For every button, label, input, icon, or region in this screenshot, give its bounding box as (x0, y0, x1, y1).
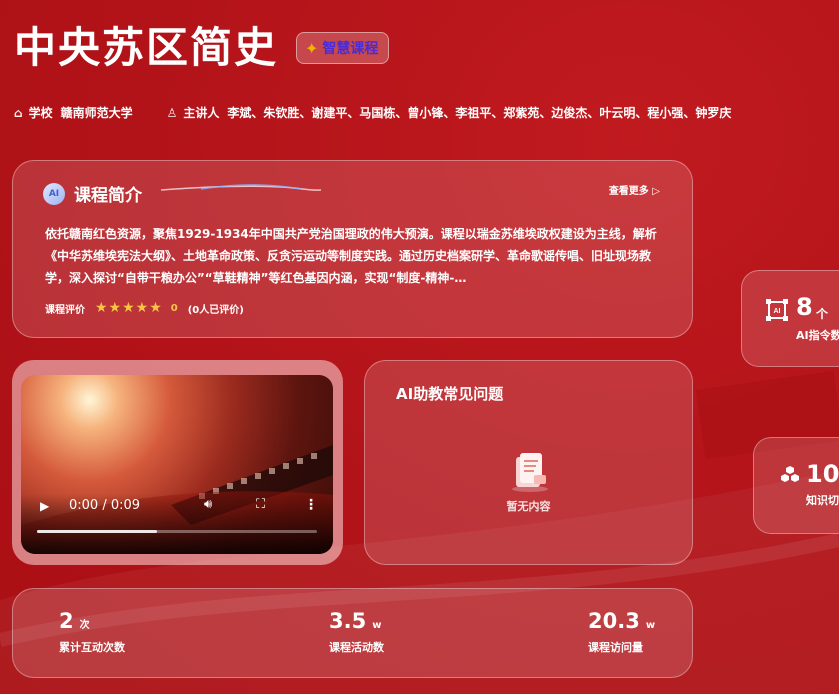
speaker-icon: ♙ (166, 105, 178, 120)
instruction-count: 8 (796, 293, 813, 321)
stat-visits: 20.3 w 课程访问量 (588, 609, 655, 655)
stat-caption: 课程访问量 (588, 641, 643, 654)
more-options-icon[interactable]: ⋮ (304, 497, 318, 513)
sparkle-icon: ✦ (305, 38, 319, 58)
play-arrow-icon: ▷ (652, 186, 660, 197)
course-meta: ⌂ 学校 赣南师范大学 ♙ 主讲人 李斌、朱钦胜、谢建平、马国栋、曾小锋、李祖平… (14, 104, 731, 121)
rating-score: 0 (170, 302, 178, 314)
ai-instruction-card[interactable]: AI 8 个 AI指令数 (741, 270, 839, 367)
course-intro-card: AI 课程简介 查看更多 ▷ 依托赣南红色资源，聚焦1929-1934年中国共产… (12, 160, 693, 338)
page-title: 中央苏区简史 (14, 23, 279, 72)
stat-value: 2 (59, 609, 74, 633)
speaker-label: 主讲人 (183, 106, 220, 120)
wave-decoration-icon (161, 184, 321, 191)
play-icon[interactable]: ▶ (40, 499, 49, 513)
knowledge-count: 104 (806, 460, 839, 488)
stat-caption: 课程活动数 (329, 641, 384, 654)
video-progress-fill (37, 530, 157, 533)
stat-unit: 次 (79, 620, 90, 631)
stat-value: 20.3 (588, 609, 640, 633)
view-more-label: 查看更多 (608, 186, 649, 197)
intro-header: AI 课程简介 (43, 181, 142, 206)
course-rating: 课程评价 ★★★★★ 0 (0人已评价) (45, 300, 244, 316)
svg-text:AI: AI (774, 308, 781, 315)
view-more-link[interactable]: 查看更多 ▷ (609, 182, 660, 197)
stat-unit: w (645, 620, 656, 631)
ai-icon: AI (43, 182, 65, 205)
intro-description: 依托赣南红色资源，聚焦1929-1934年中国共产党治国理政的伟大预演。课程以瑞… (45, 227, 657, 285)
rating-count: (0人已评价) (187, 304, 244, 316)
instruction-caption: AI指令数 (796, 329, 839, 342)
ai-chip-icon: AI (766, 299, 788, 321)
speaker-list: 李斌、朱钦胜、谢建平、马国栋、曾小锋、李祖平、郑紫苑、边俊杰、叶云明、程小强、钟… (227, 106, 732, 120)
smart-course-badge[interactable]: ✦ 智慧课程 (296, 32, 390, 64)
empty-document-icon (512, 453, 548, 492)
rating-label: 课程评价 (45, 304, 85, 316)
intro-title: 课程简介 (74, 186, 142, 206)
school-icon: ⌂ (14, 105, 23, 120)
knowledge-card[interactable]: 104 知识切 (753, 437, 839, 534)
ai-faq-card: AI助教常见问题 暂无内容 (364, 360, 693, 565)
stat-value: 3.5 (329, 609, 367, 633)
stat-unit: w (372, 620, 382, 631)
stat-caption: 累计互动次数 (59, 641, 125, 654)
video-card: ▶ 0:00 / 0:09 🔊︎ ⛶ ⋮ (12, 360, 343, 565)
school-value: 赣南师范大学 (60, 106, 133, 120)
stat-activities: 3.5 w 课程活动数 (329, 609, 384, 655)
school-label: 学校 (28, 106, 53, 120)
faq-title: AI助教常见问题 (396, 385, 504, 403)
badge-label: 智慧课程 (322, 41, 379, 57)
course-stats-card: 2次 累计互动次数 3.5 w 课程活动数 20.3 w 课程访问量 (12, 588, 693, 678)
cubes-icon (781, 466, 799, 482)
video-player[interactable]: ▶ 0:00 / 0:09 🔊︎ ⛶ ⋮ (21, 375, 333, 554)
knowledge-caption: 知识切 (806, 494, 839, 507)
video-time: 0:00 / 0:09 (69, 498, 141, 513)
volume-icon[interactable]: 🔊︎ (204, 497, 212, 512)
video-controls (21, 494, 333, 554)
fullscreen-icon[interactable]: ⛶ (256, 497, 265, 512)
instruction-unit: 个 (816, 307, 829, 321)
rating-stars-icon[interactable]: ★★★★★ (95, 300, 163, 316)
faq-empty-text: 暂无内容 (506, 500, 551, 513)
stat-interactions: 2次 累计互动次数 (59, 609, 125, 655)
